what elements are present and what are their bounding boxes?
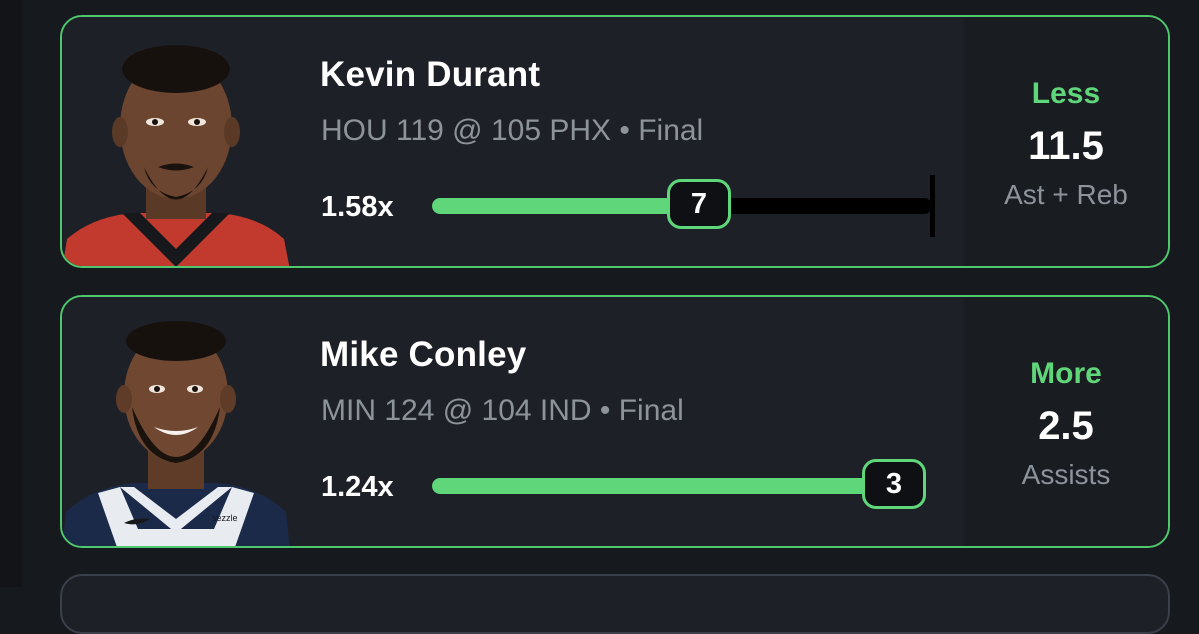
game-score-line: HOU 119 @ 105 PHX • Final xyxy=(321,114,704,147)
game-score-line: MIN 124 @ 104 IND • Final xyxy=(321,394,684,427)
player-headshot-icon xyxy=(62,17,290,266)
svg-text:sezzle: sezzle xyxy=(212,513,238,523)
pick-card[interactable]: Kevin Durant HOU 119 @ 105 PHX • Final 1… xyxy=(60,15,1170,268)
pick-line-value: 11.5 xyxy=(1028,124,1104,168)
pick-card-partial[interactable] xyxy=(60,574,1170,634)
result-value-bubble: 3 xyxy=(862,459,926,509)
player-name: Kevin Durant xyxy=(320,55,541,94)
pick-direction: More xyxy=(1030,357,1102,390)
pick-direction: Less xyxy=(1031,77,1101,110)
payout-multiplier: 1.24x xyxy=(321,471,394,503)
pick-stat-type: Assists xyxy=(1021,459,1111,490)
pick-line-value: 2.5 xyxy=(1038,404,1094,448)
pick-panel: Less 11.5 Ast + Reb xyxy=(964,17,1168,266)
pick-panel: More 2.5 Assists xyxy=(964,297,1168,546)
result-value-bubble: 7 xyxy=(667,179,731,229)
progress-fill xyxy=(432,478,912,494)
pick-card[interactable]: sezzle Mike Conley MIN 124 @ 104 IND • F… xyxy=(60,295,1170,548)
payout-multiplier: 1.58x xyxy=(321,191,394,223)
player-name: Mike Conley xyxy=(320,335,527,374)
target-line-marker xyxy=(930,175,935,237)
pick-stat-type: Ast + Reb xyxy=(1004,179,1128,210)
progress-fill xyxy=(432,198,702,214)
player-headshot-icon: sezzle xyxy=(62,297,290,546)
left-edge-strip xyxy=(0,0,22,587)
